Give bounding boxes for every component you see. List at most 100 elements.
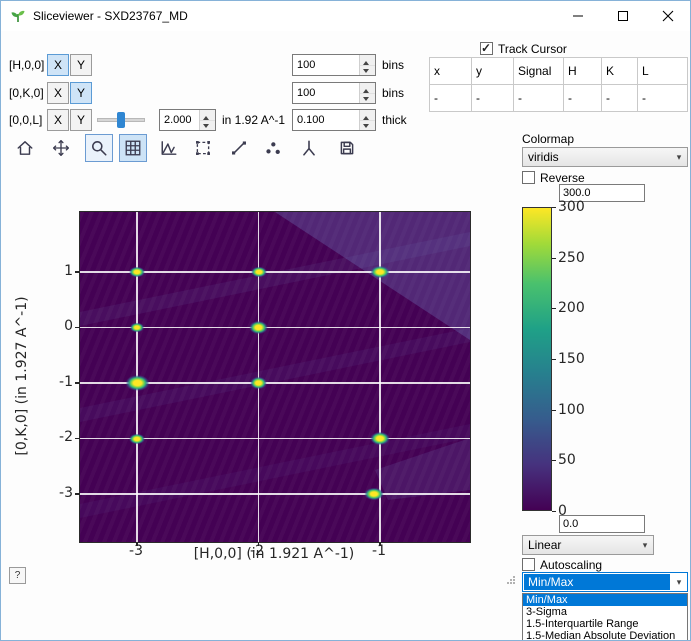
- cursor-table-value-row: - - - - - -: [430, 85, 688, 112]
- minimize-button[interactable]: [555, 1, 600, 31]
- bins-label-h: bins: [382, 54, 404, 76]
- dim-l-y-button[interactable]: Y: [70, 109, 92, 131]
- bins-value-h: 100: [293, 55, 359, 75]
- chevron-down-icon: ▾: [671, 577, 687, 588]
- normalization-value: Min/Max: [524, 574, 670, 590]
- bins-spinbox-h[interactable]: 100: [292, 54, 376, 76]
- save-icon: [338, 139, 356, 157]
- normalization-dropdown: Min/Max 3-Sigma 1.5-Interquartile Range …: [522, 593, 688, 641]
- bragg-peak: [249, 376, 269, 389]
- plot-ylabel: [0,K,0] (in 1.927 A^-1): [14, 296, 30, 455]
- bins-label-k: bins: [382, 82, 404, 104]
- col-header-x: x: [430, 58, 472, 85]
- app-icon: [10, 8, 26, 24]
- zoom-button[interactable]: [85, 134, 113, 162]
- dim-h-y-button[interactable]: Y: [70, 54, 92, 76]
- dim-l-x-button[interactable]: X: [47, 109, 69, 131]
- y-tick-label: 1: [45, 263, 73, 279]
- cell-l: -: [638, 85, 688, 112]
- pan-button[interactable]: [47, 134, 75, 162]
- dim-h-x-button[interactable]: X: [47, 54, 69, 76]
- slice-value-spinbox[interactable]: 2.000: [159, 109, 216, 131]
- close-button[interactable]: [645, 1, 690, 31]
- bragg-peak: [369, 265, 391, 279]
- cursor-info-table: x y Signal H K L - - - - - -: [429, 57, 688, 112]
- thickness-spinbox[interactable]: 0.100: [292, 109, 376, 131]
- line-cut-icon: [230, 139, 248, 157]
- colorbar-min-value: 0.0: [563, 518, 578, 530]
- colormap-select[interactable]: viridis ▾: [522, 147, 688, 167]
- bragg-peak: [369, 431, 391, 445]
- col-header-l: L: [638, 58, 688, 85]
- roi-button[interactable]: [189, 134, 217, 162]
- cell-k: -: [602, 85, 638, 112]
- region-of-interest-icon: [194, 139, 212, 157]
- slice-unit-label: in 1.92 A^-1: [222, 109, 285, 131]
- autoscaling-checkbox[interactable]: [522, 558, 535, 571]
- spinner-arrows-icon[interactable]: [359, 55, 375, 75]
- dim-k-y-button[interactable]: Y: [70, 82, 92, 104]
- bragg-peak: [129, 322, 145, 333]
- thickness-label: thick: [382, 109, 407, 131]
- spinner-arrows-icon[interactable]: [359, 110, 375, 130]
- dropdown-option-iqr[interactable]: 1.5-Interquartile Range: [523, 618, 687, 630]
- grid-toggle-button[interactable]: [119, 134, 147, 162]
- col-header-y: y: [472, 58, 514, 85]
- colorbar-tick: 100: [558, 402, 585, 418]
- colorbar-max-value: 300.0: [563, 187, 591, 199]
- y-tick-label: -1: [45, 374, 73, 390]
- slice-value: 2.000: [160, 110, 199, 130]
- bins-value-k: 100: [293, 83, 359, 103]
- colorbar: [522, 207, 552, 511]
- home-button[interactable]: [11, 134, 39, 162]
- thickness-value: 0.100: [293, 110, 359, 130]
- dropdown-option-mad[interactable]: 1.5-Median Absolute Deviation: [523, 630, 687, 641]
- spinner-arrows-icon[interactable]: [359, 83, 375, 103]
- track-cursor-checkbox[interactable]: [480, 42, 493, 55]
- non-axis-aligned-cut-icon: [300, 139, 318, 157]
- window-title: Sliceviewer - SXD23767_MD: [33, 9, 188, 23]
- bragg-peak: [128, 433, 146, 445]
- zoom-icon: [90, 139, 108, 157]
- dim-label-h: [H,0,0]: [9, 54, 44, 76]
- dropdown-option-minmax[interactable]: Min/Max: [523, 594, 687, 606]
- dropdown-option-3sigma[interactable]: 3-Sigma: [523, 606, 687, 618]
- colorbar-min-input[interactable]: 0.0: [559, 515, 645, 533]
- reverse-checkbox[interactable]: [522, 171, 535, 184]
- dim-label-k: [0,K,0]: [9, 82, 44, 104]
- cell-y: -: [472, 85, 514, 112]
- chevron-down-icon: ▾: [637, 540, 653, 551]
- line-cut-button[interactable]: [225, 134, 253, 162]
- plot-canvas[interactable]: [79, 211, 471, 543]
- dim-label-l: [0,0,L]: [9, 109, 42, 131]
- cell-h: -: [564, 85, 602, 112]
- help-button[interactable]: ?: [9, 567, 26, 584]
- col-header-k: K: [602, 58, 638, 85]
- colorbar-tick: 300: [558, 199, 585, 215]
- resize-grip-icon[interactable]: [505, 573, 517, 585]
- titlebar: Sliceviewer - SXD23767_MD: [1, 1, 690, 31]
- cursor-table-header-row: x y Signal H K L: [430, 58, 688, 85]
- scale-select[interactable]: Linear ▾: [522, 535, 654, 555]
- slider-handle[interactable]: [117, 112, 125, 128]
- slice-slider[interactable]: [97, 109, 145, 131]
- y-tick-label: -3: [45, 485, 73, 501]
- save-button[interactable]: [333, 134, 361, 162]
- normalization-select[interactable]: Min/Max ▾: [522, 572, 688, 592]
- colormap-value: viridis: [523, 150, 671, 164]
- peaks-overlay-button[interactable]: [259, 134, 287, 162]
- pan-icon: [52, 139, 70, 157]
- dim-k-x-button[interactable]: X: [47, 82, 69, 104]
- peaks-overlay-icon: [264, 139, 282, 157]
- scale-value: Linear: [523, 538, 637, 552]
- col-header-h: H: [564, 58, 602, 85]
- sliceviewer-window: Sliceviewer - SXD23767_MD [H,0,0] X Y 10…: [0, 0, 691, 641]
- line-plots-button[interactable]: [155, 134, 183, 162]
- line-plots-icon: [160, 139, 178, 157]
- nonorthogonal-axes-button[interactable]: [295, 134, 323, 162]
- window-controls: [555, 1, 690, 31]
- y-tick-label: 0: [45, 318, 73, 334]
- spinner-arrows-icon[interactable]: [199, 110, 215, 130]
- bins-spinbox-k[interactable]: 100: [292, 82, 376, 104]
- maximize-button[interactable]: [600, 1, 645, 31]
